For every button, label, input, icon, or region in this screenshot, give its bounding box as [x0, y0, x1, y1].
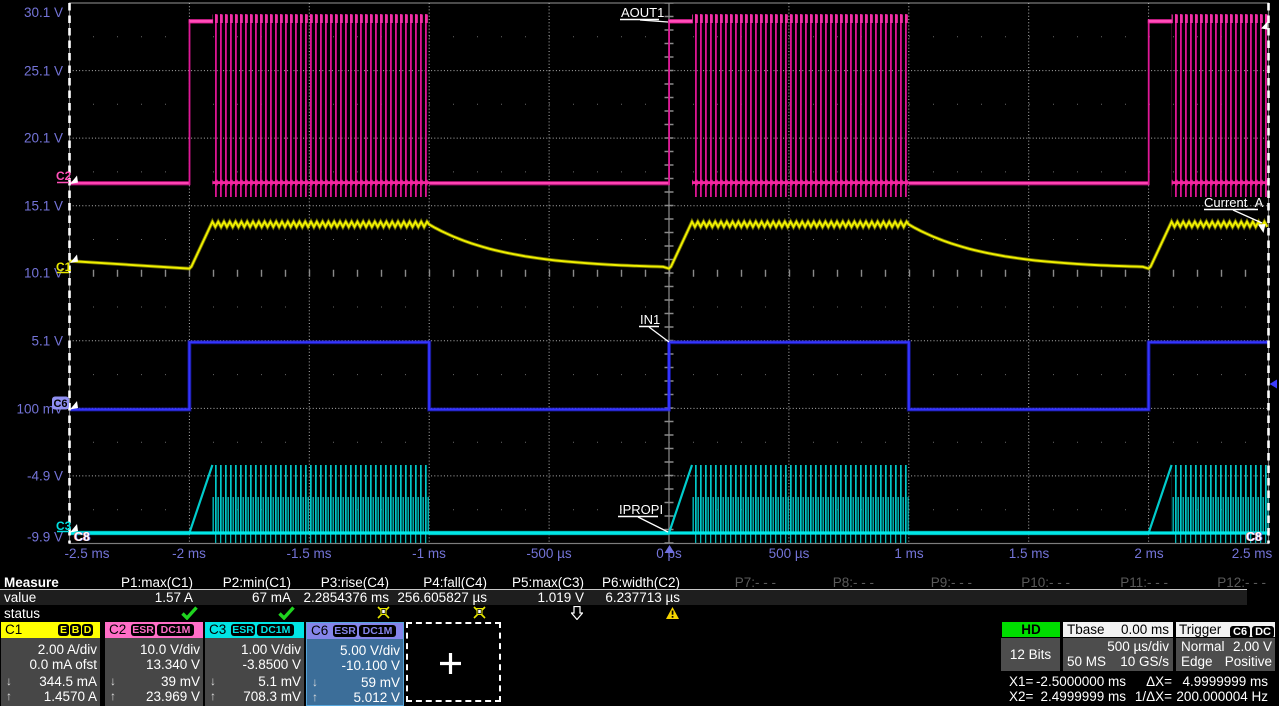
- svg-text:-2.5 ms: -2.5 ms: [64, 546, 109, 561]
- svg-text:AOUT1: AOUT1: [621, 5, 664, 20]
- svg-text:-1.5 ms: -1.5 ms: [286, 546, 331, 561]
- svg-text:5.1 V: 5.1 V: [31, 334, 63, 349]
- svg-text:-1 ms: -1 ms: [412, 546, 446, 561]
- svg-text:1 ms: 1 ms: [894, 546, 924, 561]
- svg-text:IN1: IN1: [640, 312, 660, 327]
- svg-text:C2: C2: [56, 169, 72, 183]
- svg-text:Current_A: Current_A: [1204, 195, 1264, 210]
- svg-text:2 ms: 2 ms: [1134, 546, 1164, 561]
- svg-text:25.1 V: 25.1 V: [24, 64, 63, 79]
- svg-text:30.1 V: 30.1 V: [24, 5, 63, 20]
- svg-text:-4.9 V: -4.9 V: [27, 469, 63, 484]
- svg-text:C6: C6: [53, 398, 67, 410]
- svg-text:-2 ms: -2 ms: [172, 546, 206, 561]
- svg-text:500 µs: 500 µs: [769, 546, 810, 561]
- svg-text:20.1 V: 20.1 V: [24, 131, 63, 146]
- svg-text:IPROPI: IPROPI: [619, 502, 663, 517]
- svg-text:C8: C8: [1246, 530, 1262, 544]
- svg-text:C8: C8: [74, 530, 90, 544]
- svg-text:-500 µs: -500 µs: [526, 546, 572, 561]
- svg-text:2.5 ms: 2.5 ms: [1232, 546, 1273, 561]
- svg-text:15.1 V: 15.1 V: [24, 199, 63, 214]
- svg-text:1.5 ms: 1.5 ms: [1009, 546, 1050, 561]
